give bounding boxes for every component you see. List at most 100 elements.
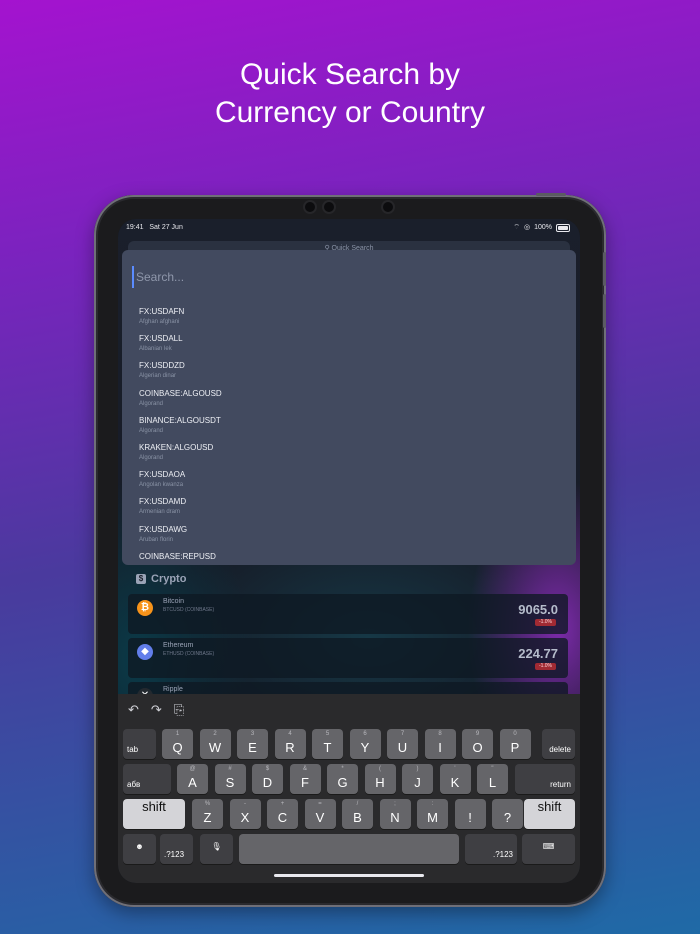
key-alt-label: 2 (213, 731, 217, 737)
tablet-screen: 19:41 Sat 27 Jun ⌔ ◎ 100% ⚲ Quick Search… (118, 219, 580, 883)
key-r[interactable]: 4R (274, 729, 306, 759)
key-label: L (488, 775, 497, 790)
key-alt-label: + (280, 801, 285, 807)
search-result-item[interactable]: FX:USDAFN Afghan afghani (139, 307, 559, 334)
paste-icon[interactable]: ⎘ (174, 702, 184, 718)
camera-lens-icon (305, 202, 315, 212)
key-j[interactable]: ) J (402, 764, 433, 794)
search-result-item[interactable]: FX:USDAWG Aruban florin (139, 525, 559, 552)
key-n[interactable]: ; N (379, 799, 411, 829)
key-label: M (427, 810, 438, 825)
coin-change-badge: -1.0% (534, 619, 556, 626)
key-label: shift (142, 799, 166, 814)
result-name: Algerian dinar (139, 373, 177, 380)
key-p[interactable]: 0P (499, 729, 531, 759)
key-u[interactable]: 7U (387, 729, 418, 759)
language-key[interactable]: абв (123, 764, 171, 794)
key-x[interactable]: -X (229, 799, 261, 829)
key-label: .?123 (492, 850, 513, 859)
dictation-key[interactable]: 🎙 (200, 834, 233, 864)
result-symbol: FX:USDALL (139, 334, 183, 344)
key-exclamation[interactable]: ! (454, 799, 486, 829)
key-l[interactable]: " L (477, 764, 508, 794)
key-label: абв (127, 780, 141, 789)
key-label: V (315, 810, 325, 825)
result-name: Afghan afghani (139, 319, 180, 325)
key-m[interactable]: :M (417, 799, 448, 829)
key-w[interactable]: 2W (199, 729, 231, 759)
search-result-item[interactable]: COINBASE:ALGOUSD Algorand (139, 389, 559, 416)
key-alt-label: @ (189, 766, 196, 772)
result-symbol: FX:USDAFN (139, 307, 185, 316)
search-result-item[interactable]: FX:USDAOA Angolan kwanza (139, 470, 559, 497)
microphone-icon: 🎙 (211, 842, 222, 851)
search-result-item[interactable]: COINBASE:REPUSD (139, 552, 559, 565)
shift-key-left[interactable]: shift (123, 799, 185, 829)
key-alt-label: 5 (325, 731, 330, 737)
key-t[interactable]: 5T (312, 729, 343, 759)
home-indicator[interactable] (274, 874, 424, 877)
crypto-section-header: $ Crypto (136, 573, 186, 585)
key-label: shift (537, 799, 562, 814)
hide-keyboard-key[interactable]: ⌨ (522, 834, 575, 864)
return-key[interactable]: return (515, 764, 575, 794)
result-symbol: COINBASE:REPUSD (139, 551, 216, 561)
key-f[interactable]: & F (289, 764, 321, 794)
coin-price: 224.77 (518, 646, 558, 661)
coin-pair: ETHUSD (COINBASE) (163, 651, 215, 657)
emoji-key[interactable]: ☻ (123, 834, 156, 864)
search-result-item[interactable]: FX:USDAMD Armenian dram (139, 497, 559, 524)
result-name: Angolan kwanza (139, 482, 184, 489)
ethereum-icon: ◆ (137, 644, 153, 660)
key-alt-label: % (204, 801, 211, 807)
coin-card-ethereum[interactable]: ◆ Ethereum ETHUSD (COINBASE) 224.77 -1.0… (128, 638, 568, 678)
numbers-key-left[interactable]: .?123 (160, 834, 193, 864)
key-label: U (397, 740, 408, 755)
key-q[interactable]: 1Q (162, 729, 193, 759)
key-label: Q (172, 740, 183, 755)
result-symbol: FX:USDDZD (139, 361, 185, 371)
result-name: Albanian lek (139, 346, 172, 353)
key-y[interactable]: 6Y (349, 729, 381, 759)
search-result-item[interactable]: FX:USDDZD Algerian dinar (139, 361, 559, 388)
key-k[interactable]: ' K (439, 764, 471, 794)
key-alt-label: 4 (288, 731, 292, 737)
redo-icon[interactable]: ↷ (151, 702, 162, 718)
key-o[interactable]: 9O (462, 729, 493, 759)
tab-key[interactable]: tab (123, 729, 156, 759)
shift-key-right[interactable]: shift (524, 799, 575, 829)
status-bar: 19:41 Sat 27 Jun ⌔ ◎ 100% (118, 219, 580, 237)
delete-key[interactable]: delete (542, 729, 575, 759)
search-result-item[interactable]: FX:USDALL Albanian lek (139, 334, 559, 361)
key-g[interactable]: * G (327, 764, 358, 794)
undo-icon[interactable]: ↶ (128, 702, 139, 718)
search-input[interactable] (132, 266, 568, 288)
key-v[interactable]: = V (304, 799, 336, 829)
result-symbol: FX:USDAWG (139, 524, 188, 534)
key-a[interactable]: @ A (177, 764, 208, 794)
search-result-item[interactable]: KRAKEN:ALGOUSD Algorand (139, 443, 559, 470)
key-h[interactable]: (H (364, 764, 396, 794)
key-label: Z (203, 810, 212, 825)
key-question[interactable]: ? (492, 799, 523, 829)
key-i[interactable]: 8I (424, 729, 456, 759)
coin-card-bitcoin[interactable]: ₿ Bitcoin BTCUSD (COINBASE) 9065.0 -1.0% (128, 594, 568, 634)
key-label: E (248, 740, 257, 755)
search-panel: FX:USDAFN Afghan afghani FX:USDALL Alban… (122, 250, 576, 565)
key-label: Y (360, 740, 370, 755)
key-e[interactable]: 3E (237, 729, 268, 759)
volume-up-button (603, 252, 606, 286)
numbers-key-right[interactable]: .?123 (465, 834, 517, 864)
key-c[interactable]: + C (267, 799, 298, 829)
key-label: T (323, 740, 332, 755)
result-symbol: FX:USDAOA (139, 470, 186, 480)
key-z[interactable]: % Z (192, 799, 223, 829)
key-d[interactable]: $ D (252, 764, 283, 794)
volume-down-button (603, 294, 606, 328)
search-result-item[interactable]: BINANCE:ALGOUSDT Algorand (139, 416, 559, 443)
coin-change-badge: -1.0% (534, 663, 556, 670)
space-bar[interactable] (239, 834, 459, 864)
key-s[interactable]: # S (214, 764, 246, 794)
key-b[interactable]: / B (342, 799, 373, 829)
key-alt-label: 8 (438, 731, 442, 737)
